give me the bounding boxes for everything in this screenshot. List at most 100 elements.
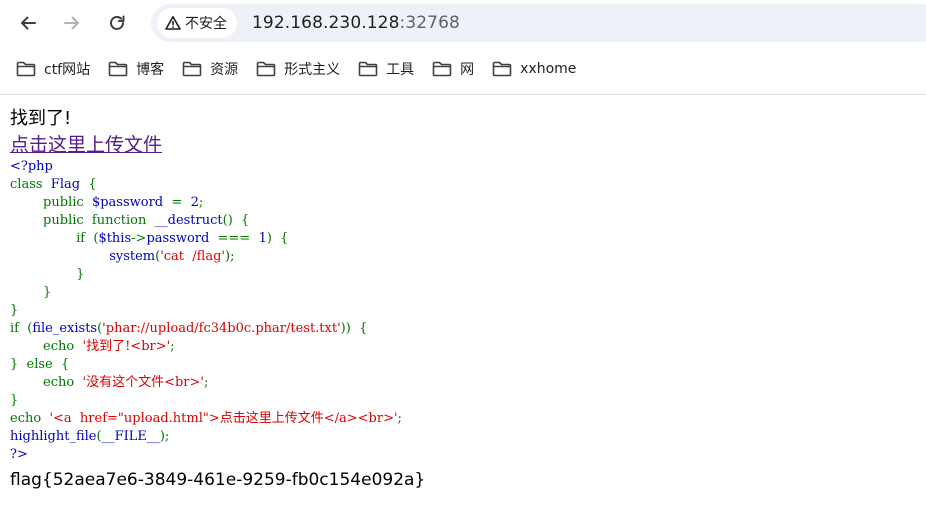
folder-icon (16, 61, 36, 77)
code-token: class (10, 177, 51, 192)
browser-toolbar: 不安全 192.168.230.128:32768 (0, 0, 926, 46)
code-line: if ($this->password === 1) { (10, 230, 920, 248)
code-token: public function (10, 213, 155, 228)
code-token: ; (203, 375, 209, 390)
bookmark-folder-formalism[interactable]: 形式主义 (248, 54, 348, 84)
code-token: '<a href="upload.html">点击这里上传文件</a><br>' (49, 411, 398, 426)
code-token: } (10, 267, 85, 282)
code-token: <?php (10, 159, 53, 174)
code-token: } else { (10, 357, 70, 372)
code-line: <?php (10, 158, 920, 176)
flag-output: flag{52aea7e6-3849-461e-9259-fb0c154e092… (10, 470, 426, 490)
code-token: Flag (50, 177, 89, 192)
url-port: :32768 (399, 13, 460, 33)
code-token: ); (159, 429, 170, 444)
code-line: class Flag { (10, 176, 920, 194)
code-token: if ( (10, 321, 33, 336)
code-token: ; (397, 411, 402, 426)
code-token: 'phar://upload/fc34b0c.phar/test.txt' (102, 321, 341, 336)
code-line: if (file_exists('phar://upload/fc34b0c.p… (10, 320, 920, 338)
code-token: '找到了!<br>' (82, 339, 171, 354)
bookmark-label: ctf网站 (44, 62, 91, 78)
code-token: ; (198, 195, 204, 210)
code-token: ); (225, 249, 235, 264)
code-token: echo (10, 339, 83, 354)
bookmark-folder-blog[interactable]: 博客 (100, 54, 172, 84)
code-token: file_exists (32, 321, 98, 336)
reload-icon (110, 15, 125, 30)
address-bar[interactable]: 不安全 192.168.230.128:32768 (151, 4, 926, 42)
code-token: highlight_file (10, 429, 97, 444)
code-token: ?> (10, 447, 28, 462)
code-token: { (88, 177, 97, 192)
code-token: } (10, 285, 52, 300)
bookmark-label: 资源 (210, 62, 239, 78)
code-token: 1 (258, 231, 267, 246)
found-message: 找到了! (10, 108, 72, 129)
reload-button[interactable] (102, 8, 132, 38)
back-button[interactable] (13, 8, 43, 38)
code-token: __FILE__ (101, 429, 160, 444)
code-line: } else { (10, 356, 920, 374)
page-content: 找到了! 点击这里上传文件 <?php class Flag { public $… (10, 106, 920, 493)
bookmark-folder-resources[interactable]: 资源 (174, 54, 246, 84)
bookmark-label: 博客 (136, 62, 165, 78)
bookmark-label: xxhome (520, 61, 577, 77)
code-line: echo '<a href="upload.html">点击这里上传文件</a>… (10, 410, 920, 428)
bookmark-label: 形式主义 (284, 62, 341, 78)
code-line: public $password = 2; (10, 194, 920, 212)
code-line: } (10, 284, 920, 302)
code-token: __destruct (154, 213, 223, 228)
code-token: } (10, 303, 19, 318)
code-token: ) { (266, 231, 289, 246)
folder-icon (182, 61, 202, 77)
folder-icon (108, 61, 128, 77)
code-line: ?> (10, 446, 920, 464)
code-line: public function __destruct() { (10, 212, 920, 230)
code-token: )) { (340, 321, 368, 336)
code-token: echo (10, 375, 83, 390)
code-token: ; (170, 339, 175, 354)
bookmark-folder-ctf[interactable]: ctf网站 (8, 54, 98, 84)
code-token: -> (131, 231, 147, 246)
arrow-right-icon (64, 16, 79, 30)
code-token: = (171, 195, 191, 210)
bookmark-folder-tools[interactable]: 工具 (350, 54, 422, 84)
bookmarks-bar: ctf网站 博客 资源 形式主义 工具 网 xxhome (0, 50, 926, 88)
code-line: } (10, 302, 920, 320)
code-token: if ( (10, 231, 99, 246)
bookmark-folder-xxhome[interactable]: xxhome (484, 54, 584, 84)
code-token: () { (222, 213, 250, 228)
url-text[interactable]: 192.168.230.128:32768 (252, 13, 460, 33)
toolbar-divider (0, 94, 926, 95)
code-token: public (10, 195, 92, 210)
folder-icon (256, 61, 276, 77)
code-line: echo '没有这个文件<br>'; (10, 374, 920, 392)
code-line: } (10, 392, 920, 410)
forward-button[interactable] (57, 8, 87, 38)
code-token: '没有这个文件<br>' (82, 375, 204, 390)
code-token: } (10, 393, 19, 408)
url-host: 192.168.230.128 (252, 13, 400, 33)
bookmark-folder-web[interactable]: 网 (424, 54, 482, 84)
code-token: === (217, 231, 259, 246)
bookmark-label: 网 (460, 62, 475, 78)
folder-icon (492, 61, 512, 77)
code-token: 2 (190, 195, 199, 210)
code-token: system (109, 249, 156, 264)
arrow-left-icon (21, 16, 36, 30)
code-token: 'cat /flag' (160, 249, 225, 264)
security-label: 不安全 (185, 16, 227, 32)
code-token: echo (10, 411, 50, 426)
code-token: $this (98, 231, 132, 246)
folder-icon (358, 61, 378, 77)
security-indicator[interactable]: 不安全 (157, 8, 237, 38)
folder-icon (432, 61, 452, 77)
bookmark-label: 工具 (386, 62, 415, 78)
code-line: echo '找到了!<br>'; (10, 338, 920, 356)
upload-link[interactable]: 点击这里上传文件 (10, 132, 162, 158)
code-line: system('cat /flag'); (10, 248, 920, 266)
code-token: password (146, 231, 218, 246)
php-source-code: <?php class Flag { public $password = 2; … (10, 158, 920, 464)
